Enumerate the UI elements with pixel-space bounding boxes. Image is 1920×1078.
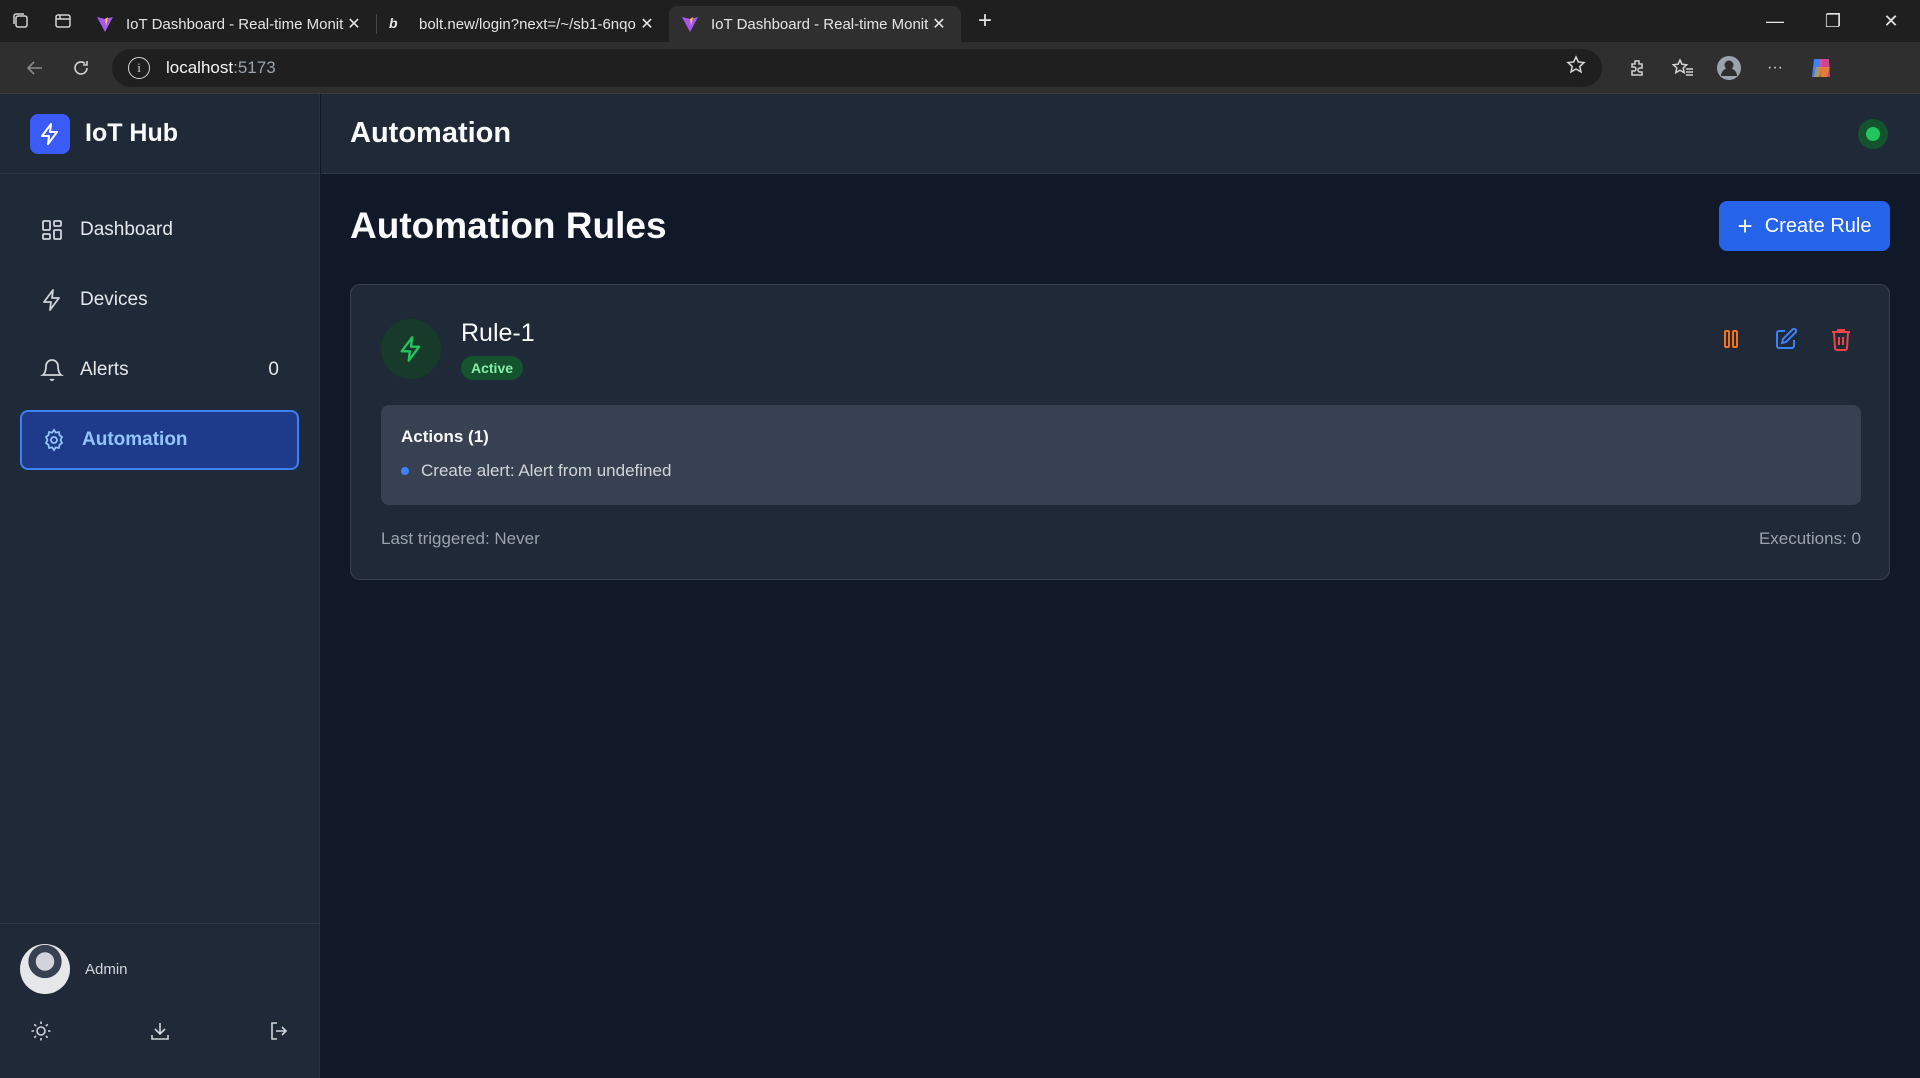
rule-card: Rule-1 Active Actions (1) Create alert: … [350,284,1890,580]
sidebar-item-label: Alerts [80,359,129,380]
avatar [20,944,70,994]
zap-icon [381,319,441,379]
close-tab-icon[interactable]: ✕ [344,14,364,34]
gear-icon [44,428,64,452]
brand: IoT Hub [0,94,319,174]
sidebar-item-alerts[interactable]: Alerts 0 [20,340,299,400]
browser-tab-active[interactable]: IoT Dashboard - Real-time Monito ✕ [669,6,961,42]
last-triggered: Last triggered: Never [381,529,540,548]
rule-name: Rule-1 [461,319,535,347]
zap-logo-icon [30,113,70,154]
zap-icon [43,289,60,311]
sun-icon[interactable] [30,1020,52,1047]
username: Admin [85,960,128,978]
url-field[interactable]: i localhost:5173 [112,48,1602,87]
refresh-icon[interactable] [58,45,104,91]
create-rule-button[interactable]: + Create Rule [1719,201,1890,251]
more-icon[interactable]: ··· [1752,45,1798,91]
vite-icon [682,17,698,32]
grid-icon [42,220,62,240]
tab-title: IoT Dashboard - Real-time Monito [126,15,344,33]
bullet-dot [401,467,409,475]
sidebar-item-automation[interactable]: Automation [20,410,299,470]
sidebar-nav: Dashboard Devices Alerts 0 Automation [0,174,319,470]
close-window-icon[interactable]: ✕ [1862,0,1920,42]
actions-panel: Actions (1) Create alert: Alert from und… [381,405,1861,505]
vite-icon [97,17,113,32]
app: IoT Hub Dashboard Devices Alerts 0 Autom… [0,94,1920,1078]
page-title: Automation [350,117,512,149]
site-info-icon[interactable]: i [128,56,150,79]
tab-title: IoT Dashboard - Real-time Monito [711,15,929,33]
executions-count: Executions: 0 [1758,529,1861,548]
sidebar-item-dashboard[interactable]: Dashboard [20,200,299,260]
browser-tab[interactable]: b bolt.new/login?next=/~/sb1-6nqo ✕ [377,6,669,42]
logout-icon[interactable] [268,1020,290,1047]
connection-status-indicator [1858,119,1888,149]
copilot-icon[interactable] [1798,45,1844,91]
sidebar-item-label: Devices [80,289,148,310]
close-tab-icon[interactable]: ✕ [929,14,949,34]
browser-tab-bar: IoT Dashboard - Real-time Monito ✕ b bol… [0,0,1920,42]
user-profile[interactable]: Admin [0,924,320,994]
create-rule-label: Create Rule [1764,214,1872,237]
favorites-icon[interactable] [1660,45,1706,91]
address-bar-row: i localhost:5173 ··· [0,42,1920,94]
sidebar-footer: Admin [0,923,320,1078]
action-text: Create alert: Alert from undefined [421,461,672,480]
favorite-star-icon[interactable] [1566,55,1586,80]
sidebar-item-devices[interactable]: Devices [20,270,299,330]
sidebar: IoT Hub Dashboard Devices Alerts 0 Autom… [0,94,320,1078]
close-tab-icon[interactable]: ✕ [637,14,657,34]
status-badge: Active [461,356,524,380]
main-content: Automation Rules + Create Rule Rule-1 Ac… [321,174,1920,1078]
tab-title: bolt.new/login?next=/~/sb1-6nqo [419,15,636,33]
top-header: Automation [321,94,1920,174]
back-icon[interactable] [12,45,58,91]
new-tab-icon[interactable]: + [967,3,1003,39]
url-host: localhost [166,57,234,77]
browser-tab[interactable]: IoT Dashboard - Real-time Monito ✕ [84,6,376,42]
brand-name: IoT Hub [85,119,179,147]
url-port: :5173 [233,57,276,77]
pause-icon[interactable] [1713,321,1749,357]
minimize-icon[interactable]: — [1746,0,1804,42]
bell-icon [40,359,64,381]
download-icon[interactable] [149,1020,171,1047]
extensions-icon[interactable] [1614,45,1660,91]
sidebar-item-label: Dashboard [80,219,173,240]
alerts-count-badge: 0 [268,359,279,380]
tab-actions-icon[interactable] [42,0,84,42]
profile-icon[interactable] [1706,45,1752,91]
maximize-icon[interactable]: ❐ [1804,0,1862,42]
plus-icon: + [1737,211,1753,241]
delete-icon[interactable] [1823,321,1859,357]
workspaces-icon[interactable] [0,0,42,42]
edit-icon[interactable] [1768,321,1804,357]
section-title: Automation Rules [350,205,667,246]
bolt-icon: b [389,15,398,31]
list-item: Create alert: Alert from undefined [401,461,1841,481]
sidebar-item-label: Automation [82,429,188,450]
actions-title: Actions (1) [401,427,489,446]
